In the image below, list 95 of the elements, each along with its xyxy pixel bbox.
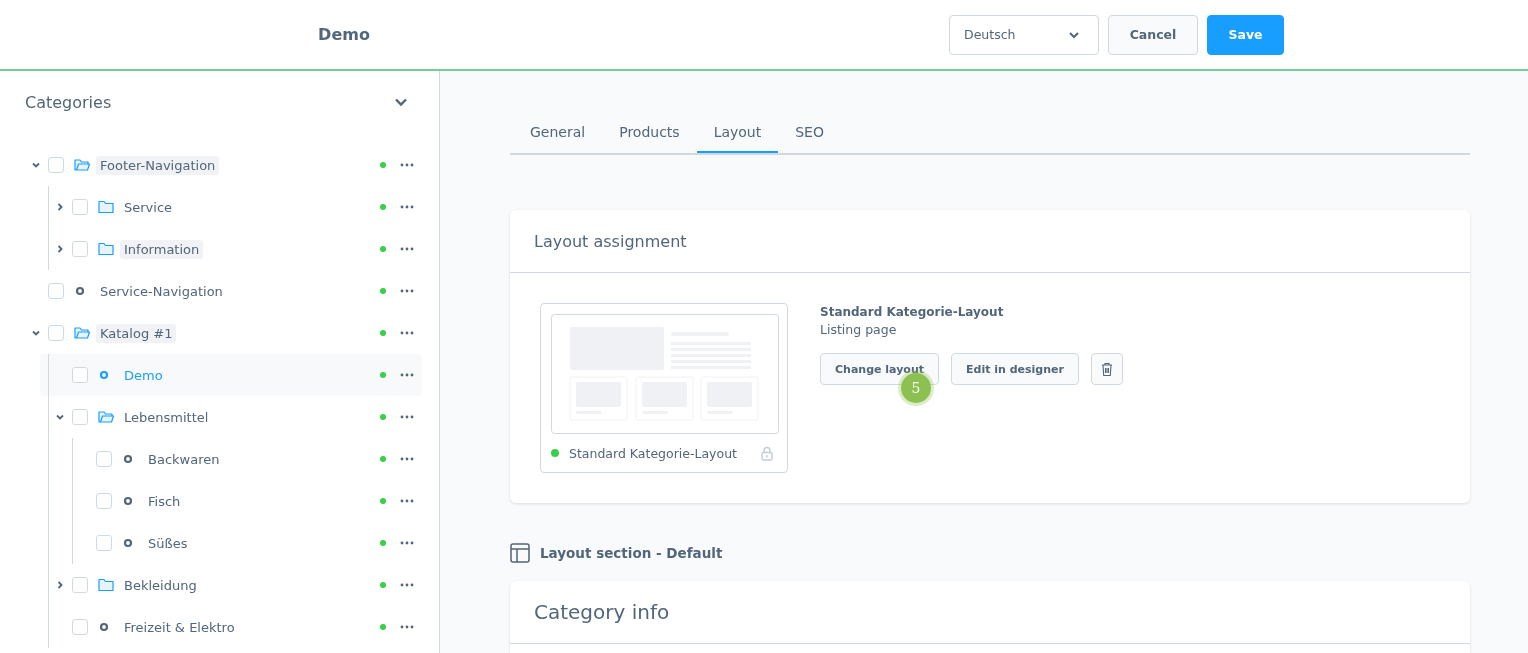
more-icon[interactable] [400, 331, 414, 335]
folder-icon [98, 578, 114, 592]
checkbox[interactable] [72, 367, 88, 383]
checkbox[interactable] [96, 451, 112, 467]
more-icon[interactable] [400, 247, 414, 251]
checkbox[interactable] [48, 283, 64, 299]
folder-icon [98, 200, 114, 214]
checkbox[interactable] [96, 535, 112, 551]
checkbox[interactable] [48, 157, 64, 173]
tree-item-label: Service [123, 198, 174, 217]
more-icon[interactable] [400, 499, 414, 503]
card-title: Category info [534, 600, 670, 624]
lock-icon [761, 445, 773, 461]
status-dot [380, 624, 386, 630]
folder-icon [98, 242, 114, 256]
page-title: Demo [318, 25, 370, 44]
tree-item[interactable]: Footer-Navigation [0, 144, 422, 186]
status-dot [380, 414, 386, 420]
status-dot [380, 372, 386, 378]
tree-item[interactable]: Information [0, 228, 422, 270]
cancel-button[interactable]: Cancel [1108, 14, 1198, 55]
open-folder-icon [74, 158, 90, 172]
tree-item-label: Lebensmittel [123, 408, 210, 427]
layout-preview-card[interactable]: Standard Kategorie-Layout [540, 303, 788, 473]
more-icon[interactable] [400, 625, 414, 629]
status-dot [380, 162, 386, 168]
tab[interactable]: Layout [696, 112, 779, 153]
card-title: Layout assignment [534, 231, 687, 251]
tree-item[interactable]: Service [0, 186, 422, 228]
more-icon[interactable] [400, 457, 414, 461]
edit-in-designer-button[interactable]: Edit in designer [951, 353, 1079, 385]
tree-item[interactable]: Bekleidung [0, 564, 422, 606]
chevron-down-icon [1068, 30, 1080, 39]
more-icon[interactable] [400, 541, 414, 545]
more-icon[interactable] [400, 289, 414, 293]
chevron-down-icon[interactable] [55, 412, 65, 422]
tree-item-label: Bekleidung [123, 576, 198, 595]
open-folder-icon [74, 326, 90, 340]
chevron-right-icon[interactable] [55, 244, 65, 254]
tab[interactable]: General [513, 112, 603, 153]
chevron-down-icon[interactable] [31, 328, 41, 338]
layout-name: Standard Kategorie-Layout [820, 305, 1005, 319]
more-icon[interactable] [400, 415, 414, 419]
more-icon[interactable] [400, 163, 414, 167]
checkbox[interactable] [72, 619, 88, 635]
chevron-right-icon[interactable] [55, 580, 65, 590]
language-select[interactable]: Deutsch [949, 14, 1099, 55]
step-badge: 5 [901, 373, 931, 403]
status-dot [380, 540, 386, 546]
section-title: Layout section - Default [540, 545, 723, 561]
tree-item-label: Backwaren [147, 450, 221, 469]
tree-item-label: Freizeit & Elektro [123, 618, 236, 637]
layout-name: Standard Kategorie-Layout [569, 445, 737, 461]
checkbox[interactable] [72, 577, 88, 593]
status-dot [380, 246, 386, 252]
status-dot [380, 456, 386, 462]
open-folder-icon [98, 410, 114, 424]
checkbox[interactable] [96, 493, 112, 509]
tree-item[interactable]: Freizeit & Elektro [0, 606, 422, 648]
more-icon[interactable] [400, 373, 414, 377]
status-dot [380, 288, 386, 294]
tree-item[interactable]: Backwaren [0, 438, 422, 480]
tree-item-label: Fisch [147, 492, 182, 511]
tree-item[interactable]: Service-Navigation [0, 270, 422, 312]
layout-type: Listing page [820, 322, 898, 337]
chevron-down-icon[interactable] [394, 97, 408, 107]
tree-item[interactable]: Fisch [0, 480, 422, 522]
tree-item-label: Footer-Navigation [96, 155, 220, 175]
more-icon[interactable] [400, 205, 414, 209]
tree-item-label: Süßes [147, 534, 189, 553]
more-icon[interactable] [400, 583, 414, 587]
tree-item-label: Service-Navigation [99, 282, 224, 301]
checkbox[interactable] [72, 199, 88, 215]
tree-item-label: Information [120, 239, 204, 259]
status-dot [380, 330, 386, 336]
status-dot [551, 449, 559, 457]
chevron-right-icon[interactable] [55, 202, 65, 212]
sidebar-title: Categories [25, 92, 112, 112]
tree-item[interactable]: Lebensmittel [0, 396, 422, 438]
chevron-down-icon[interactable] [31, 160, 41, 170]
checkbox[interactable] [48, 325, 64, 341]
tree-item-label: Katalog #1 [96, 323, 177, 343]
status-dot [380, 582, 386, 588]
tree-item[interactable]: Süßes [0, 522, 422, 564]
status-dot [380, 498, 386, 504]
trash-icon [1100, 361, 1113, 377]
status-dot [380, 204, 386, 210]
checkbox[interactable] [72, 241, 88, 257]
tree-item-label: Demo [123, 366, 164, 385]
tab[interactable]: Products [602, 112, 697, 153]
layout-icon [510, 543, 530, 563]
tab[interactable]: SEO [778, 112, 841, 153]
delete-button[interactable] [1090, 353, 1123, 385]
checkbox[interactable] [72, 409, 88, 425]
tree-item[interactable]: Katalog #1 [0, 312, 422, 354]
